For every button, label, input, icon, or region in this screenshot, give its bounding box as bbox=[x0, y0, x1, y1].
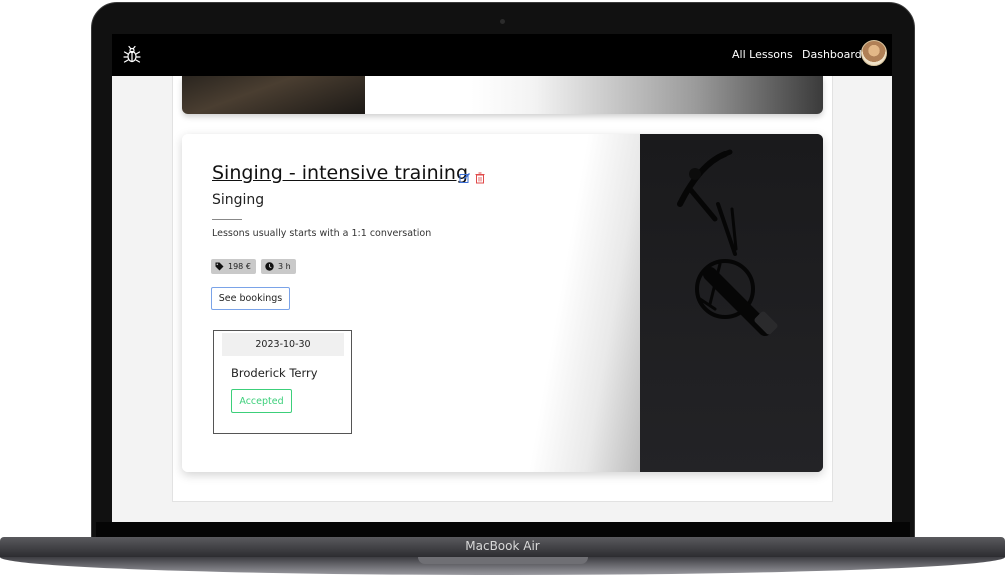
navbar: All Lessons Dashboard bbox=[112, 34, 892, 76]
lesson-card: Singing - intensive training Singing Les… bbox=[182, 134, 823, 472]
price-badge: 198 € bbox=[211, 259, 256, 274]
duration-text: 3 h bbox=[278, 262, 291, 271]
user-avatar[interactable] bbox=[861, 40, 887, 66]
see-bookings-button[interactable]: See bookings bbox=[211, 287, 290, 310]
device-label: MacBook Air bbox=[465, 539, 540, 553]
bottom-bezel bbox=[96, 522, 910, 537]
nav-link-all-lessons[interactable]: All Lessons bbox=[732, 48, 793, 61]
microphone-image bbox=[640, 134, 823, 472]
lesson-description: Lessons usually starts with a 1:1 conver… bbox=[212, 228, 432, 239]
microphone-illustration bbox=[677, 149, 778, 336]
price-text: 198 € bbox=[228, 262, 251, 271]
title-divider bbox=[212, 219, 242, 220]
base-top: MacBook Air bbox=[0, 537, 1005, 557]
bug-icon[interactable] bbox=[122, 45, 142, 65]
booking-card: 2023-10-30 Broderick Terry Accepted bbox=[213, 330, 352, 434]
lesson-title[interactable]: Singing - intensive training bbox=[212, 162, 468, 184]
edit-icon[interactable] bbox=[459, 172, 471, 184]
booking-student-name: Broderick Terry bbox=[231, 366, 318, 380]
laptop-base: MacBook Air bbox=[0, 537, 1005, 577]
status-badge: Accepted bbox=[231, 389, 292, 413]
tag-icon bbox=[215, 262, 224, 271]
booking-date: 2023-10-30 bbox=[222, 333, 344, 356]
nav-link-dashboard[interactable]: Dashboard bbox=[802, 48, 862, 61]
lesson-title-row: Singing - intensive training bbox=[212, 162, 468, 184]
duration-badge: 3 h bbox=[261, 259, 296, 274]
previous-lesson-image bbox=[182, 76, 365, 114]
clock-icon bbox=[265, 262, 274, 271]
lesson-category: Singing bbox=[212, 192, 265, 208]
screen: All Lessons Dashboard Singing - intensiv… bbox=[112, 34, 892, 522]
hinge-notch bbox=[418, 557, 588, 564]
previous-lesson-card bbox=[182, 76, 823, 114]
trash-icon[interactable] bbox=[474, 172, 486, 184]
camera bbox=[500, 19, 505, 24]
